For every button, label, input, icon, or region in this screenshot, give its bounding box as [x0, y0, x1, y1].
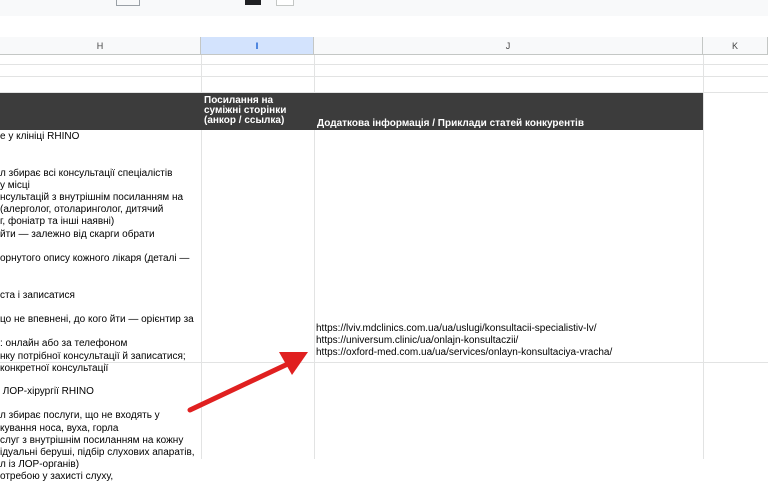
toolbar [0, 0, 768, 16]
font-size-box[interactable] [116, 0, 140, 6]
header-cell-additional-info[interactable]: Додаткова інформація / Приклади статей к… [317, 119, 584, 129]
column-header-j[interactable]: J [314, 37, 703, 55]
cell-h-surgery[interactable]: ЛОР-хірургії RHINO л збирає послуги, що … [0, 386, 200, 484]
cell-j-competitor-links[interactable]: https://lviv.mdclinics.com.ua/ua/uslugi/… [316, 323, 612, 360]
fill-color-swatch[interactable] [276, 0, 294, 6]
formula-bar-area [0, 16, 768, 38]
header-cell-links[interactable]: Посилання на суміжні сторінки (анкор / с… [204, 96, 286, 126]
table-row[interactable] [0, 55, 768, 65]
text-color-swatch[interactable] [245, 0, 261, 5]
column-header-k[interactable]: K [703, 37, 768, 55]
cell-h-consultations[interactable]: е у клініці RHINO л збирає всі консульта… [0, 131, 200, 375]
table-row[interactable] [0, 77, 768, 93]
column-header-h[interactable]: H [0, 37, 201, 55]
table-row[interactable] [0, 65, 768, 77]
column-header-i[interactable]: I [201, 37, 314, 55]
